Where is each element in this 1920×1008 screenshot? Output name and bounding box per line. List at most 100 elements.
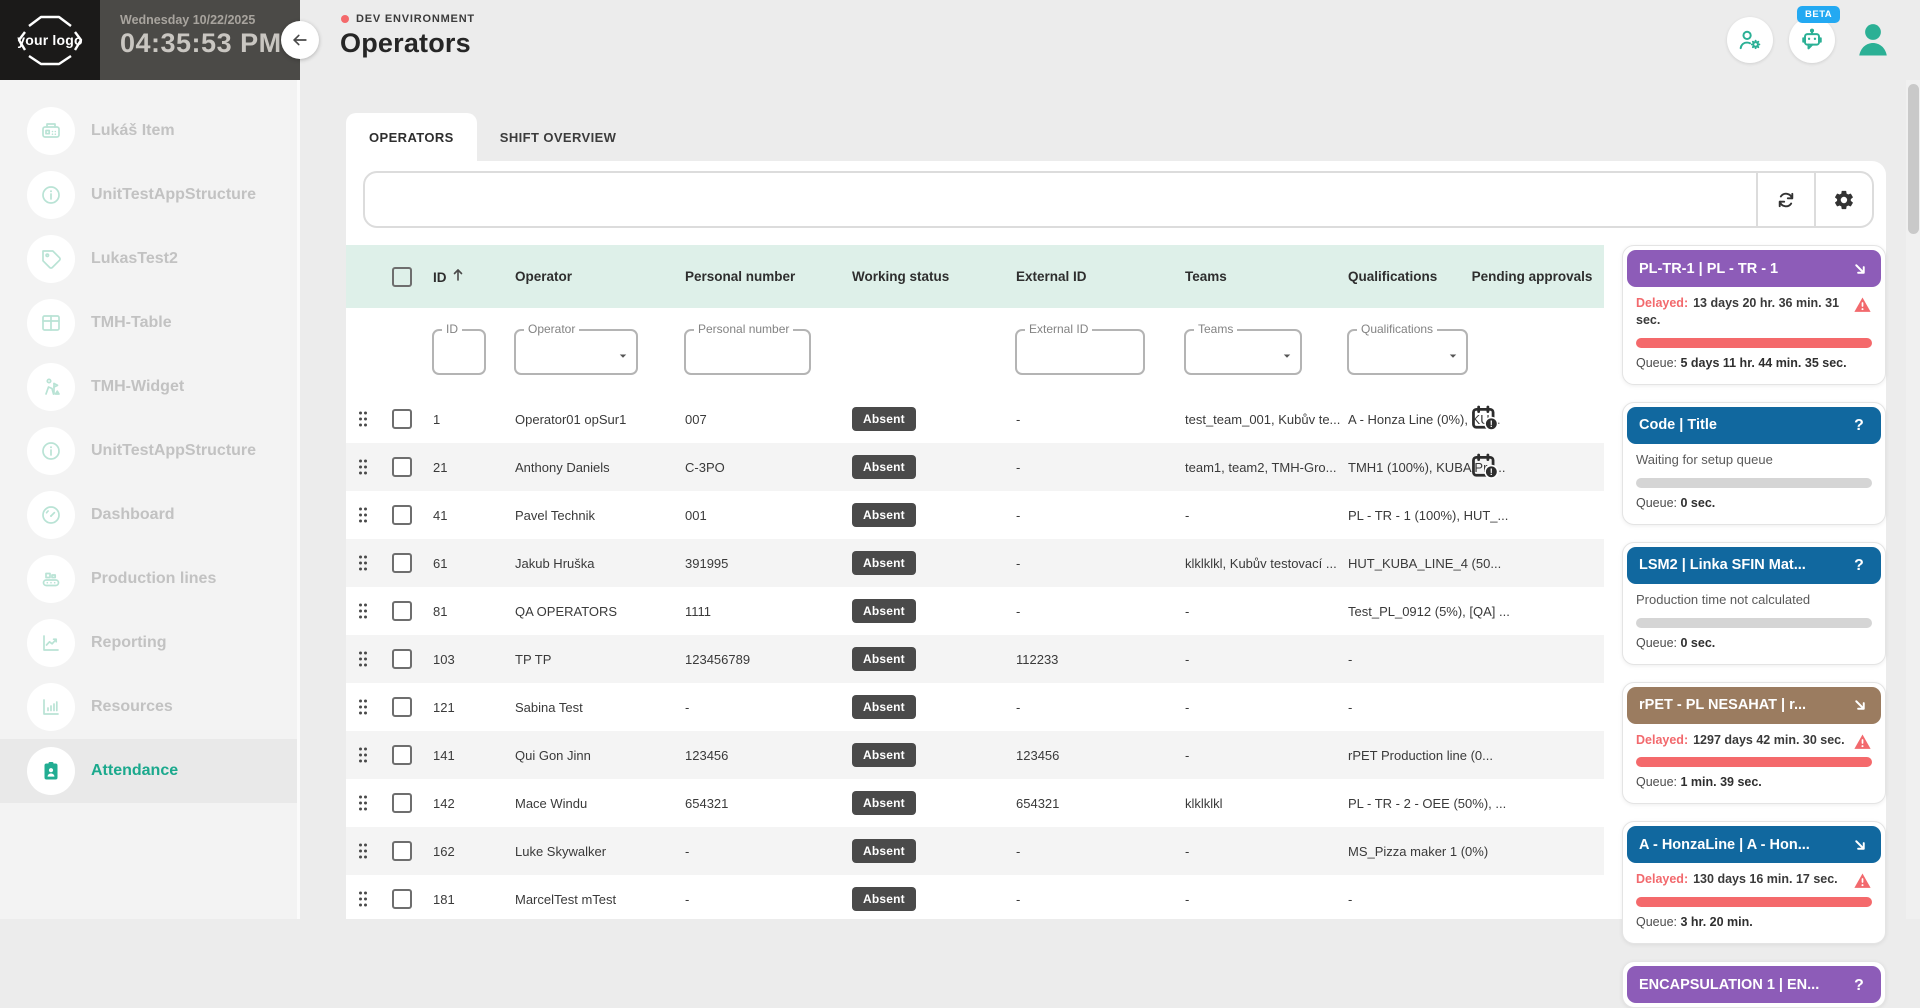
production-card-header[interactable]: A - HonzaLine | A - Hon... [1627,826,1881,863]
settings-button[interactable] [1814,173,1872,226]
sidebar-item-label: TMH-Table [91,314,172,332]
sidebar-item-resources[interactable]: Resources [0,675,297,739]
production-card-body: Delayed:13 days 20 hr. 36 min. 31 sec.Qu… [1627,287,1881,380]
id-filter-input[interactable] [434,331,484,373]
sidebar-item-unittestappstructure[interactable]: UnitTestAppStructure [0,163,297,227]
row-checkbox[interactable] [392,457,412,477]
filter-search-input[interactable] [365,173,1756,226]
qualifications-filter-input[interactable] [1349,331,1466,373]
sidebar-item-tmh-widget[interactable]: TMH-Widget [0,355,297,419]
calendar-alert-icon[interactable]: ! [1470,404,1500,432]
row-drag-handle[interactable] [346,554,380,572]
card-queue-line: Queue: 3 hr. 20 min. [1636,915,1872,929]
personal_number-filter-input[interactable] [686,331,809,373]
calendar-alert-icon[interactable]: ! [1470,452,1500,480]
cell-teams: test_team_001, Kubův te... [1177,412,1340,427]
sidebar-item-dashboard[interactable]: Dashboard [0,483,297,547]
teams-filter-input[interactable] [1186,331,1300,373]
row-checkbox[interactable] [392,649,412,669]
refresh-button[interactable] [1756,173,1814,226]
svg-text:?: ? [1854,417,1864,434]
row-checkbox[interactable] [392,601,412,621]
column-header-qualifications: Qualifications [1340,269,1460,285]
row-checkbox[interactable] [392,889,412,909]
question-icon: ? [1849,975,1869,995]
sidebar-item-luk-item[interactable]: Lukáš Item [0,99,297,163]
row-checkbox[interactable] [392,553,412,573]
cell-teams: - [1177,700,1340,715]
scrollbar-thumb[interactable] [1908,84,1919,234]
cell-external-id: - [1008,508,1177,523]
card-queue-line: Queue: 5 days 11 hr. 44 min. 35 sec. [1636,356,1872,370]
drag-handle-icon [356,650,370,668]
row-drag-handle[interactable] [346,698,380,716]
reporting-icon [39,631,63,655]
attendance-icon [39,759,63,783]
row-drag-handle[interactable] [346,410,380,428]
sidebar-item-tmh-table[interactable]: TMH-Table [0,291,297,355]
sidebar-item-attendance[interactable]: Attendance [0,739,297,803]
row-checkbox[interactable] [392,793,412,813]
profile-avatar[interactable] [1848,14,1898,64]
row-drag-handle[interactable] [346,506,380,524]
row-checkbox[interactable] [392,697,412,717]
cell-external-id: - [1008,412,1177,427]
sidebar-icon-circle [27,619,75,667]
working-status-badge: Absent [852,791,916,815]
drag-handle-icon [356,698,370,716]
row-drag-handle[interactable] [346,842,380,860]
row-checkbox-cell [380,745,425,765]
row-checkbox[interactable] [392,745,412,765]
production-card-header[interactable]: Code | Title? [1627,407,1881,444]
svg-text:!: ! [1490,418,1493,428]
row-drag-handle[interactable] [346,890,380,908]
content-panel: IDOperatorPersonal numberWorking statusE… [346,161,1886,919]
production-card-header[interactable]: ENCAPSULATION 1 | EN...? [1627,966,1881,1003]
refresh-icon [1774,188,1798,212]
production-card: rPET - PL NESAHAT | r... Delayed:1297 day… [1622,682,1886,805]
row-checkbox[interactable] [392,841,412,861]
card-status-line: Delayed:1297 days 42 min. 30 sec. [1636,732,1872,749]
row-checkbox-cell [380,793,425,813]
tab-operators[interactable]: OPERATORS [346,113,477,161]
row-drag-handle[interactable] [346,650,380,668]
row-checkbox-cell [380,601,425,621]
environment-indicator: DEV ENVIRONMENT [341,13,475,25]
sidebar-item-unittestappstructure[interactable]: UnitTestAppStructure [0,419,297,483]
external_id-filter-input[interactable] [1017,331,1143,373]
cell-id: 1 [425,412,507,427]
sort-asc-icon [452,268,464,282]
row-checkbox[interactable] [392,409,412,429]
sidebar-icon-circle [27,491,75,539]
operator-filter-input[interactable] [516,331,636,373]
row-checkbox[interactable] [392,505,412,525]
sidebar-item-reporting[interactable]: Reporting [0,611,297,675]
cell-teams: team1, team2, TMH-Gro... [1177,460,1340,475]
production-card-header[interactable]: LSM2 | Linka SFIN Mat...? [1627,547,1881,584]
production-card-header[interactable]: rPET - PL NESAHAT | r... [1627,687,1881,724]
card-progress-bar [1636,897,1872,907]
sidebar-icon-circle [27,363,75,411]
table-header-row: IDOperatorPersonal numberWorking statusE… [346,245,1604,308]
cell-working-status: Absent [844,551,1008,575]
cell-personal-number: - [677,892,844,907]
column-header-operator: Operator [507,269,677,285]
row-drag-handle[interactable] [346,602,380,620]
sidebar-item-lukastest2[interactable]: LukasTest2 [0,227,297,291]
user-management-button[interactable] [1727,17,1773,63]
select-all-checkbox[interactable] [392,267,412,287]
production-card-header[interactable]: PL-TR-1 | PL - TR - 1 [1627,250,1881,287]
tab-shift-overview[interactable]: SHIFT OVERVIEW [477,113,640,161]
vertical-scrollbar[interactable] [1906,80,1920,919]
production-card-body: Production time not calculatedQueue: 0 s… [1627,584,1881,660]
cell-qualifications: Test_PL_0912 (5%), [QA] ... [1340,604,1460,619]
chatbot-button[interactable] [1789,17,1835,63]
sidebar-item-production-lines[interactable]: Production lines [0,547,297,611]
row-drag-handle[interactable] [346,746,380,764]
collapse-sidebar-button[interactable] [281,21,319,59]
cell-teams: klklklkl, Kubův testovací ... [1177,556,1340,571]
cell-personal-number: 123456 [677,748,844,763]
card-message: Production time not calculated [1636,592,1872,609]
row-drag-handle[interactable] [346,794,380,812]
row-drag-handle[interactable] [346,458,380,476]
